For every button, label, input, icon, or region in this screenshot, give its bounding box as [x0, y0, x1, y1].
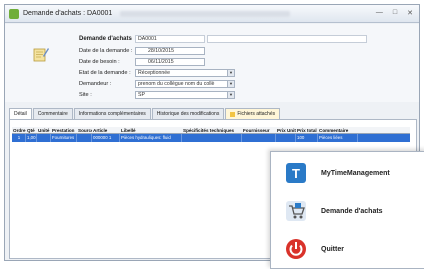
table-row[interactable]: 1 1,00 Fournitures 000000 1 Pièces hydra…	[12, 134, 410, 142]
cell-supplier[interactable]	[242, 134, 276, 142]
window-controls: — □ ✕	[376, 9, 413, 17]
requester-select[interactable]: prenom du collègue nom du collè ▼	[135, 80, 235, 88]
menu-item-label: MyTimeManagement	[321, 169, 390, 177]
requester-label: Demandeur :	[79, 81, 112, 87]
status-label: Etat de la demande :	[79, 70, 131, 76]
lines-grid: Ordre Qté Unité Prestation Source Articl…	[12, 127, 410, 142]
cell-comment[interactable]: Pièces liées	[318, 134, 358, 142]
detail-tabs: Détail Commentaire Informations compléme…	[9, 108, 281, 119]
clock-app-icon: T	[286, 163, 306, 183]
minimize-icon[interactable]: —	[376, 9, 383, 17]
window-title: Demande d'achats : DA0001	[23, 10, 113, 17]
folder-icon	[230, 111, 236, 117]
cell-quantity[interactable]: 1,00	[26, 134, 37, 142]
status-value: Réceptionnée	[138, 70, 171, 76]
menu-item-label: Quitter	[321, 245, 344, 253]
request-number-extension	[207, 35, 367, 43]
menu-item-label: Demande d'achats	[321, 207, 383, 215]
site-select[interactable]: SP ▼	[135, 91, 235, 99]
purchase-cart-icon	[286, 201, 306, 221]
status-select[interactable]: Réceptionnée ▼	[135, 69, 235, 77]
cell-unit-price[interactable]	[276, 134, 296, 142]
blurred-title-detail	[120, 10, 291, 17]
section-label: Demande d'achats	[79, 36, 132, 42]
cell-source[interactable]	[77, 134, 92, 142]
col-header[interactable]: Article	[92, 127, 120, 133]
chevron-down-icon[interactable]: ▼	[227, 81, 234, 87]
tab-attachments-label: Fichiers attachés	[237, 111, 276, 117]
document-edit-icon	[33, 48, 49, 62]
tab-comment[interactable]: Commentaire	[32, 108, 73, 119]
col-header[interactable]: Prix total	[296, 127, 318, 133]
cell-service[interactable]: Fournitures	[51, 134, 77, 142]
tab-additional-info[interactable]: Informations complémentaires	[73, 108, 151, 119]
col-header[interactable]: Fournisseur	[242, 127, 276, 133]
menu-item-quit[interactable]: Quitter	[271, 232, 424, 266]
request-number-field: DA0001	[135, 35, 205, 43]
tab-attachments[interactable]: Fichiers attachés	[225, 108, 281, 119]
need-date-field[interactable]: 06/11/2015	[135, 58, 205, 66]
col-header[interactable]: Libellé	[120, 127, 182, 133]
request-date-label: Date de la demande :	[79, 48, 133, 54]
col-header[interactable]: Source	[77, 127, 92, 133]
col-header[interactable]: Commentaire	[318, 127, 358, 133]
menu-item-purchase-request[interactable]: Demande d'achats	[271, 194, 424, 228]
cell-total-price[interactable]: 100	[296, 134, 318, 142]
col-header[interactable]: Qté	[26, 127, 37, 133]
request-header: Demande d'achats DA0001 Date de la deman…	[5, 24, 419, 102]
power-off-icon	[286, 239, 306, 259]
title-bar[interactable]: Demande d'achats : DA0001 — □ ✕	[5, 5, 419, 23]
site-value: SP	[138, 92, 145, 98]
cell-description[interactable]: Pièces hydrauliques: fluid	[120, 134, 182, 142]
close-icon[interactable]: ✕	[407, 9, 413, 17]
request-date-field[interactable]: 28/10/2015	[135, 47, 205, 55]
col-header[interactable]: Ordre	[12, 127, 26, 133]
need-date-label: Date de besoin :	[79, 59, 120, 65]
svg-text:T: T	[292, 166, 300, 181]
site-label: Site :	[79, 92, 92, 98]
requester-value: prenom du collègue nom du collè	[138, 81, 215, 87]
cell-specs[interactable]	[182, 134, 242, 142]
col-header[interactable]: Spécificités techniques	[182, 127, 242, 133]
app-icon	[9, 8, 19, 19]
cell-unit[interactable]	[37, 134, 51, 142]
cell-article[interactable]: 000000 1	[92, 134, 120, 142]
tab-history[interactable]: Historique des modifications	[151, 108, 225, 119]
cell-order[interactable]: 1	[12, 134, 26, 142]
maximize-icon[interactable]: □	[393, 9, 397, 17]
grid-header: Ordre Qté Unité Prestation Source Articl…	[12, 127, 410, 134]
app-launcher-menu: T MyTimeManagement Demande d'achats Quit…	[270, 151, 424, 269]
col-header[interactable]: Unité	[37, 127, 51, 133]
col-header[interactable]: Prix Unit	[276, 127, 296, 133]
tab-detail[interactable]: Détail	[9, 108, 32, 119]
chevron-down-icon[interactable]: ▼	[227, 92, 234, 98]
chevron-down-icon[interactable]: ▼	[227, 70, 234, 76]
col-header[interactable]: Prestation	[51, 127, 77, 133]
menu-item-mytimemanagement[interactable]: T MyTimeManagement	[271, 156, 424, 190]
